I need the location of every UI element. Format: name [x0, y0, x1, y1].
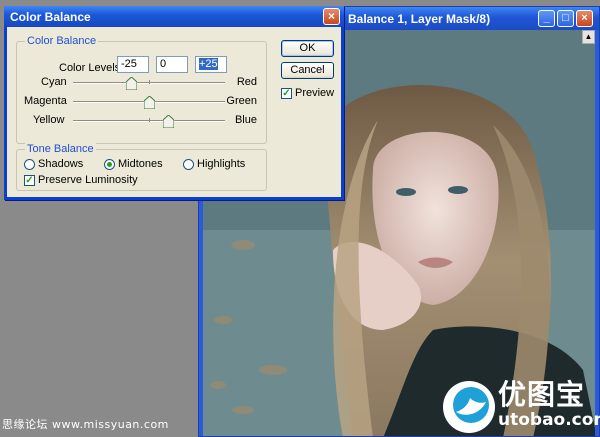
- radio-label-shadows: Shadows: [38, 158, 84, 170]
- slider-label-blue: Blue: [234, 114, 257, 126]
- slider-label-cyan: Cyan: [41, 76, 67, 88]
- slider-label-magenta: Magenta: [24, 95, 67, 107]
- slider-label-yellow: Yellow: [33, 114, 65, 126]
- slider-thumb-cyan-red[interactable]: [126, 77, 137, 90]
- watermark-right-cn: 优图宝: [498, 378, 586, 411]
- document-window-controls: _ □ ×: [538, 10, 593, 27]
- radio-highlights[interactable]: Highlights: [183, 158, 245, 170]
- dialog-titlebar[interactable]: Color Balance ×: [4, 6, 344, 27]
- radio-button[interactable]: [183, 158, 194, 170]
- checkbox-checked[interactable]: ✓: [24, 174, 35, 186]
- cancel-button[interactable]: Cancel: [281, 62, 334, 79]
- color-levels-label: Color Levels:: [59, 62, 124, 74]
- slider-label-red: Red: [236, 76, 257, 88]
- color-level-yellow-blue-input[interactable]: +25: [195, 56, 227, 73]
- preserve-luminosity-checkbox[interactable]: ✓ Preserve Luminosity: [24, 174, 138, 186]
- slider-row-magenta-green: Magenta Green: [21, 95, 257, 111]
- close-icon[interactable]: ×: [323, 8, 340, 25]
- watermark-right-en: utobao.com: [498, 410, 600, 430]
- scroll-up-arrow-icon[interactable]: ▲: [582, 30, 595, 44]
- preview-checkbox[interactable]: ✓ Preview: [281, 87, 334, 99]
- watermark-bird-logo-icon: [443, 381, 495, 433]
- slider-track-magenta-green[interactable]: [73, 96, 225, 109]
- radio-label-highlights: Highlights: [197, 158, 246, 170]
- close-icon[interactable]: ×: [576, 10, 593, 27]
- ok-button[interactable]: OK: [281, 40, 334, 57]
- radio-midtones[interactable]: Midtones: [104, 158, 163, 170]
- minimize-icon[interactable]: _: [538, 10, 555, 27]
- color-level-magenta-green-input[interactable]: 0: [156, 56, 188, 73]
- slider-label-green: Green: [226, 95, 257, 107]
- watermark-right: 优图宝 utobao.com: [498, 378, 600, 431]
- group-legend-color-balance: Color Balance: [25, 35, 99, 47]
- checkbox-checked[interactable]: ✓: [281, 87, 292, 99]
- slider-row-cyan-red: Cyan Red: [21, 76, 257, 92]
- radio-label-midtones: Midtones: [118, 158, 163, 170]
- radio-shadows[interactable]: Shadows: [24, 158, 83, 170]
- slider-thumb-yellow-blue[interactable]: [163, 115, 174, 128]
- radio-button[interactable]: [24, 158, 35, 170]
- slider-row-yellow-blue: Yellow Blue: [21, 114, 257, 130]
- color-level-cyan-red-input[interactable]: -25: [117, 56, 149, 73]
- slider-track-cyan-red[interactable]: [73, 77, 225, 90]
- maximize-icon[interactable]: □: [557, 10, 574, 27]
- preserve-luminosity-label: Preserve Luminosity: [38, 174, 138, 186]
- group-legend-tone-balance: Tone Balance: [25, 143, 96, 155]
- radio-button-selected[interactable]: [104, 158, 115, 170]
- slider-track-yellow-blue[interactable]: [73, 115, 225, 128]
- preview-label: Preview: [295, 87, 335, 99]
- dialog-title: Color Balance: [10, 10, 91, 24]
- color-balance-dialog: Color Balance × Color Balance Color Leve…: [4, 6, 344, 200]
- document-title: Balance 1, Layer Mask/8): [348, 12, 491, 26]
- slider-thumb-magenta-green[interactable]: [144, 96, 155, 109]
- watermark-left: 思缘论坛 www.missyuan.com: [2, 418, 169, 431]
